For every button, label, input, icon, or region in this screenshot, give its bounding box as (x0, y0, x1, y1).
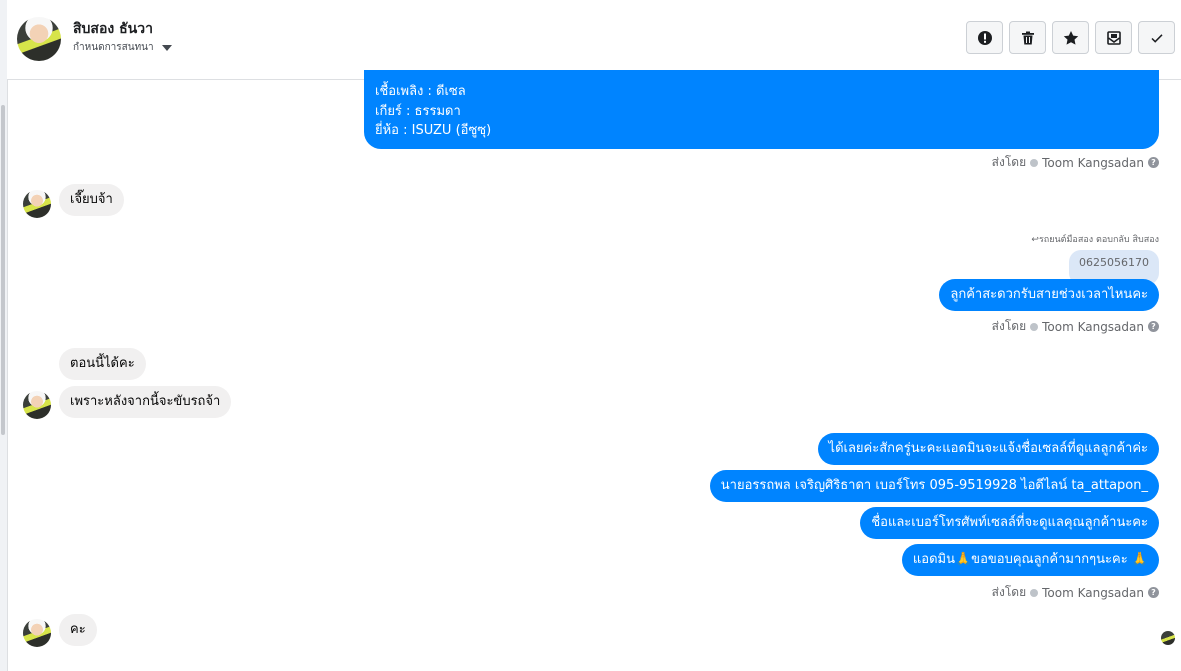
incoming-message[interactable]: เพราะหลังจากนี้จะขับรถจ้า (59, 386, 232, 418)
sent-by-info: ส่งโดย Toom Kangsadan ? (992, 583, 1159, 602)
contact-avatar-small[interactable] (23, 619, 51, 647)
outgoing-message[interactable]: ลูกค้าสะดวกรับสายช่วงเวลาไหนคะ (939, 279, 1159, 311)
sent-by-info: ส่งโดย Toom Kangsadan ? (992, 317, 1159, 336)
verified-icon (1030, 322, 1039, 331)
star-icon (1063, 30, 1078, 45)
outgoing-message[interactable]: ชื่อและเบอร์โทรศัพท์เซลล์ที่จะดูแลคุณลูก… (860, 507, 1159, 539)
help-icon[interactable]: ? (1148, 587, 1159, 598)
outgoing-message[interactable]: นายอรรถพล เจริญศิริธาดา เบอร์โทร 095-951… (709, 470, 1159, 502)
message-line: ยี่ห้อ : ISUZU (อีซูซุ) (375, 123, 492, 138)
outgoing-message[interactable]: แอดมิน🙏ขอขอบคุณลูกค้ามากๆนะคะ 🙏 (901, 544, 1159, 576)
envelope-icon (1106, 30, 1121, 45)
sender-name[interactable]: Toom Kangsadan (1042, 320, 1144, 334)
incoming-message[interactable]: เจี๊ยบจ้า (59, 184, 124, 216)
contact-avatar-small[interactable] (23, 391, 51, 419)
header-actions (966, 21, 1175, 54)
check-icon (1150, 33, 1163, 43)
star-button[interactable] (1052, 21, 1089, 54)
contact-avatar-small[interactable] (23, 190, 51, 218)
report-button[interactable] (966, 21, 1003, 54)
mark-unread-button[interactable] (1095, 21, 1132, 54)
scrollbar-thumb[interactable] (1, 105, 5, 435)
help-icon[interactable]: ? (1148, 157, 1159, 168)
incoming-message[interactable]: ตอนนี้ได้คะ (59, 348, 146, 380)
alert-circle-icon (977, 30, 992, 45)
reply-label: ↩รถยนต์มือสอง ตอบกลับ สิบสอง (1031, 235, 1159, 245)
message-thread[interactable]: เชื้อเพลิง : ดีเซล เกียร์ : ธรรมดา ยี่ห้… (7, 70, 1181, 671)
message-line: เชื้อเพลิง : ดีเซล (375, 84, 466, 99)
verified-icon (1030, 588, 1039, 597)
chevron-down-icon (161, 44, 172, 51)
delete-button[interactable] (1009, 21, 1046, 54)
sent-by-prefix: ส่งโดย (991, 155, 1027, 169)
conversation-settings-dropdown[interactable]: กำหนดการสนทนา (73, 40, 172, 55)
sent-by-info: ส่งโดย Toom Kangsadan ? (992, 153, 1159, 172)
trash-icon (1021, 31, 1034, 44)
sent-by-prefix: ส่งโดย (991, 585, 1027, 599)
sender-name[interactable]: Toom Kangsadan (1042, 156, 1144, 170)
outgoing-message[interactable]: ได้เลยค่ะสักครู่นะคะแอดมินจะแจ้งชื่อเซลล… (817, 433, 1159, 465)
done-button[interactable] (1138, 21, 1175, 54)
outgoing-message[interactable]: เชื้อเพลิง : ดีเซล เกียร์ : ธรรมดา ยี่ห้… (364, 70, 1159, 149)
verified-icon (1030, 158, 1039, 167)
conversation-header: สิบสอง ธันวา กำหนดการสนทนา (7, 0, 1181, 80)
incoming-message[interactable]: คะ (59, 614, 97, 646)
contact-name[interactable]: สิบสอง ธันวา (73, 18, 153, 40)
conversation-settings-label: กำหนดการสนทนา (73, 42, 154, 53)
contact-avatar[interactable] (17, 17, 61, 61)
message-line: เกียร์ : ธรรมดา (375, 103, 461, 119)
help-icon[interactable]: ? (1148, 321, 1159, 332)
sender-name[interactable]: Toom Kangsadan (1042, 586, 1144, 600)
sent-by-prefix: ส่งโดย (991, 319, 1027, 333)
seen-indicator-avatar (1161, 631, 1175, 645)
